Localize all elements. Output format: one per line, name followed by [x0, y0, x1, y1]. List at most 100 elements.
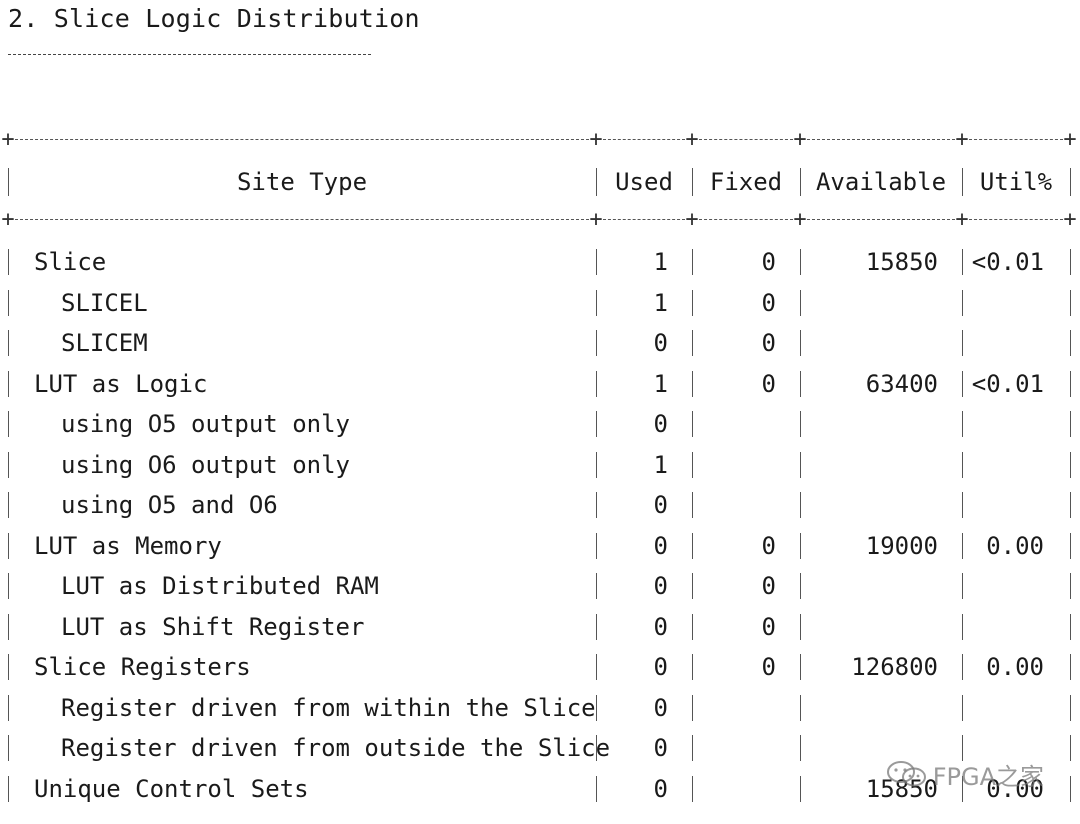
border-dash [807, 219, 955, 220]
used-cell: 1 [653, 288, 668, 317]
header-available: Available [815, 168, 947, 196]
column-separator [8, 330, 9, 356]
column-separator [692, 492, 693, 518]
site-type-cell: LUT as Shift Register [61, 612, 365, 641]
fixed-cell: 0 [761, 653, 776, 681]
column-separator [962, 330, 963, 356]
header-column-separator [692, 168, 693, 196]
table-row: LUT as Shift Register 0 0 [8, 607, 1074, 648]
watermark: FPGA之家 [885, 756, 1044, 792]
table-top-border: + + + + + + [1, 127, 1077, 152]
column-separator [800, 330, 801, 356]
column-separator [1070, 654, 1071, 680]
used-cell: 1 [653, 369, 668, 398]
column-separator [692, 654, 693, 680]
util-cell [962, 485, 1044, 526]
site-type-cell: LUT as Logic [34, 369, 208, 398]
available-cell: 63400 [865, 369, 938, 398]
column-separator [800, 735, 801, 761]
column-separator [596, 654, 597, 680]
section-title: 2. Slice Logic Distribution [8, 4, 420, 33]
border-corner: + [685, 207, 699, 232]
column-separator [8, 694, 9, 721]
site-type-cell: Register driven from outside the Slice [61, 734, 611, 762]
column-separator [962, 613, 963, 640]
util-cell [962, 607, 1044, 648]
site-type-cell: Slice [34, 248, 107, 276]
site-type-cell: SLICEL [61, 288, 148, 317]
fixed-cell: 0 [761, 572, 776, 600]
table-row: using O6 output only 1 [8, 445, 1074, 486]
column-separator [1070, 775, 1071, 802]
available-cell [800, 404, 938, 445]
column-separator [800, 573, 801, 599]
column-separator [596, 451, 597, 478]
column-separator [800, 694, 801, 721]
column-separator [8, 492, 9, 518]
column-separator [596, 492, 597, 518]
column-separator [800, 249, 801, 275]
column-separator [8, 775, 9, 802]
fixed-cell: 0 [761, 531, 776, 560]
table-row: LUT as Distributed RAM 0 0 [8, 566, 1074, 607]
column-separator [1070, 249, 1071, 275]
available-cell: 15850 [865, 248, 938, 276]
column-separator [1070, 735, 1071, 761]
column-separator [962, 249, 963, 275]
column-separator [800, 492, 801, 518]
border-dash [699, 219, 793, 220]
header-column-separator [8, 168, 9, 196]
site-type-cell: Register driven from within the Slice [61, 693, 596, 722]
used-cell: 0 [653, 653, 668, 681]
border-dash [15, 219, 589, 220]
header-column-separator [596, 168, 597, 196]
fixed-cell [692, 688, 776, 729]
header-column-separator [800, 168, 801, 196]
column-separator [1070, 411, 1071, 437]
fixed-cell [692, 769, 776, 810]
util-cell [962, 323, 1044, 364]
fixed-cell [692, 485, 776, 526]
column-separator [962, 492, 963, 518]
border-dash [603, 219, 685, 220]
border-corner: + [793, 127, 807, 152]
site-type-cell: Unique Control Sets [34, 774, 309, 803]
column-separator [692, 411, 693, 437]
column-separator [800, 451, 801, 478]
available-cell [800, 485, 938, 526]
used-cell: 0 [653, 612, 668, 641]
util-cell: <0.01 [971, 248, 1044, 276]
site-type-cell: LUT as Distributed RAM [61, 572, 379, 600]
column-separator [8, 451, 9, 478]
table-row: using O5 output only 0 [8, 404, 1074, 445]
border-corner: + [955, 127, 969, 152]
header-column-separator [1070, 168, 1071, 196]
column-separator [800, 370, 801, 397]
column-separator [596, 289, 597, 316]
border-dash [807, 139, 955, 140]
column-separator [692, 613, 693, 640]
column-separator [962, 289, 963, 316]
available-cell [800, 283, 938, 324]
column-separator [962, 573, 963, 599]
column-separator [962, 370, 963, 397]
available-cell [800, 445, 938, 486]
column-separator [1070, 330, 1071, 356]
site-type-cell: using O5 and O6 [61, 491, 278, 519]
column-separator [800, 775, 801, 802]
border-corner: + [1063, 207, 1077, 232]
util-cell: 0.00 [986, 653, 1044, 681]
column-separator [8, 735, 9, 761]
column-separator [8, 370, 9, 397]
column-separator [962, 694, 963, 721]
fixed-cell: 0 [761, 329, 776, 357]
site-type-cell: SLICEM [61, 329, 148, 357]
util-cell: 0.00 [986, 531, 1044, 560]
site-type-cell: using O5 output only [61, 410, 350, 438]
column-separator [596, 775, 597, 802]
border-corner: + [1063, 127, 1077, 152]
column-separator [8, 532, 9, 559]
column-separator [962, 451, 963, 478]
border-corner: + [685, 127, 699, 152]
column-separator [596, 573, 597, 599]
